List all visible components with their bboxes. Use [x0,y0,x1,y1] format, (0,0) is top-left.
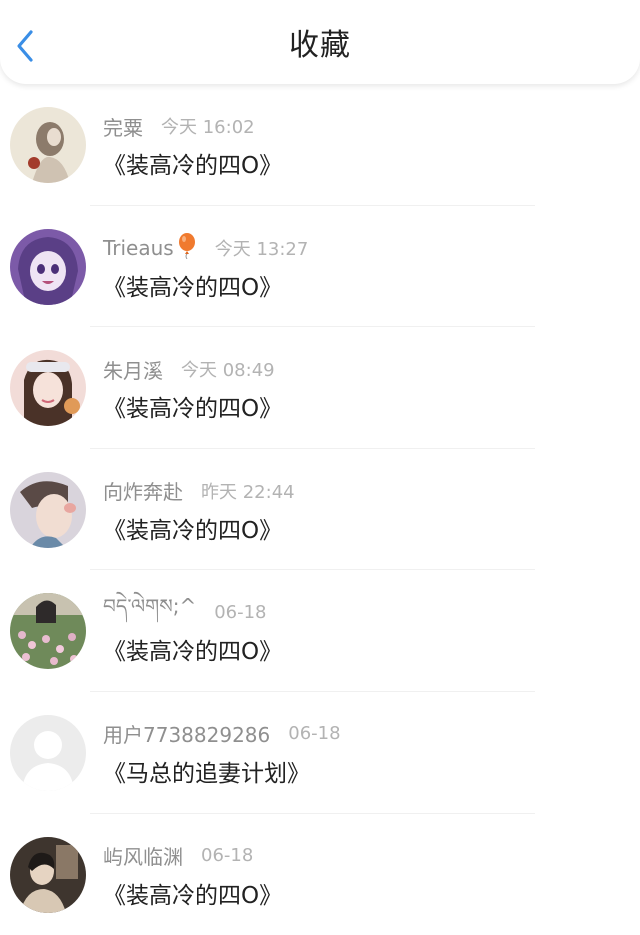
list-item[interactable]: 屿风临渊 06-18 《装高冷的四O》 [0,814,640,935]
list-item[interactable]: Trieaus 今天 13:27 《装高冷的四O》 [0,206,640,328]
username[interactable]: 向炸奔赴 [103,476,183,505]
app-header: 收藏 [0,0,640,84]
list-item[interactable]: 完粟 今天 16:02 《装高冷的四O》 [0,84,640,206]
list-item[interactable]: 用户7738829286 06-18 《马总的追妻计划》 [0,692,640,814]
username[interactable]: 用户7738829286 [103,719,270,748]
avatar[interactable] [10,350,86,427]
timestamp: 昨天 22:44 [201,481,295,503]
avatar[interactable] [10,593,86,670]
timestamp: 06-18 [288,723,341,745]
avatar[interactable] [10,836,86,913]
username[interactable]: Trieaus [103,236,174,260]
list-item[interactable]: 朱月溪 今天 08:49 《装高冷的四O》 [0,327,640,449]
timestamp: 今天 16:02 [161,117,255,138]
book-title[interactable]: 《装高冷的四O》 [103,268,282,302]
avatar[interactable] [10,471,86,548]
page-title: 收藏 [289,28,351,63]
book-title[interactable]: 《装高冷的四O》 [103,389,282,423]
avatar-default[interactable] [10,714,86,791]
timestamp: 今天 08:49 [181,360,275,382]
balloon-icon [177,232,197,263]
list-item[interactable]: བདེ་ལེགས;^ 06-18 《装高冷的四O》 [0,570,640,692]
timestamp: 06-18 [201,845,254,867]
avatar[interactable] [10,107,86,183]
book-title[interactable]: 《装高冷的四O》 [103,632,282,666]
favorites-list: 完粟 今天 16:02 《装高冷的四O》 Trieaus 今天 13:27 《装… [0,84,640,935]
username[interactable]: 朱月溪 [103,355,163,384]
timestamp: 今天 13:27 [214,238,309,260]
book-title[interactable]: 《装高冷的四O》 [103,146,282,180]
book-title[interactable]: 《装高冷的四O》 [103,876,282,910]
book-title[interactable]: 《马总的追妻计划》 [103,754,310,788]
timestamp: 06-18 [214,601,267,623]
username[interactable]: 屿风临渊 [103,841,183,870]
username[interactable]: 完粟 [103,112,143,141]
list-item[interactable]: 向炸奔赴 昨天 22:44 《装高冷的四O》 [0,449,640,571]
book-title[interactable]: 《装高冷的四O》 [103,511,282,545]
avatar[interactable] [10,228,86,305]
